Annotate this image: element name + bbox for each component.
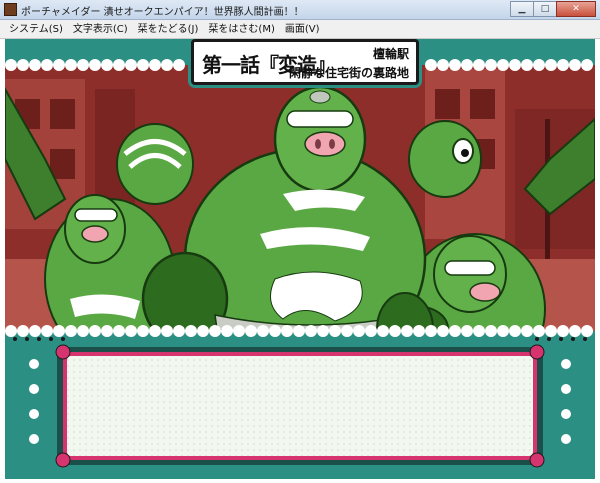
- location-detail: 閑静な住宅街の裏路地: [288, 66, 409, 80]
- close-icon: ✕: [572, 4, 580, 14]
- app-icon: [4, 3, 17, 16]
- window-title: ポーチャメイダー 潰せオークエンパイア！世界豚人間計画！！: [21, 7, 304, 18]
- maximize-icon: □: [540, 4, 550, 14]
- location-name: 檀輪駅: [372, 47, 409, 61]
- game-screen[interactable]: 第一話『変造』 檀輪駅 閑静な住宅街の裏路地: [5, 39, 595, 479]
- title-bar[interactable]: ポーチャメイダー 潰せオークエンパイア！世界豚人間計画！！ ▁ □ ✕: [0, 0, 600, 20]
- menu-screen[interactable]: 画面(V): [280, 20, 325, 39]
- episode-banner: 第一話『変造』 檀輪駅 閑静な住宅街の裏路地: [191, 39, 419, 85]
- maximize-button[interactable]: □: [533, 1, 557, 17]
- message-text: [77, 364, 517, 444]
- menu-text-display[interactable]: 文字表示(C): [68, 20, 133, 39]
- minimize-button[interactable]: ▁: [510, 1, 534, 17]
- minimize-icon: ▁: [518, 4, 526, 14]
- menu-bar: システム(S) 文字表示(C) 栞をたどる(J) 栞をはさむ(M) 画面(V): [0, 20, 600, 39]
- window-controls: ▁ □ ✕: [510, 1, 596, 17]
- menu-system[interactable]: システム(S): [4, 20, 68, 39]
- menu-follow-bookmark[interactable]: 栞をたどる(J): [133, 20, 204, 39]
- menu-insert-bookmark[interactable]: 栞をはさむ(M): [203, 20, 279, 39]
- close-button[interactable]: ✕: [556, 1, 596, 17]
- mid-scallops: [5, 325, 593, 337]
